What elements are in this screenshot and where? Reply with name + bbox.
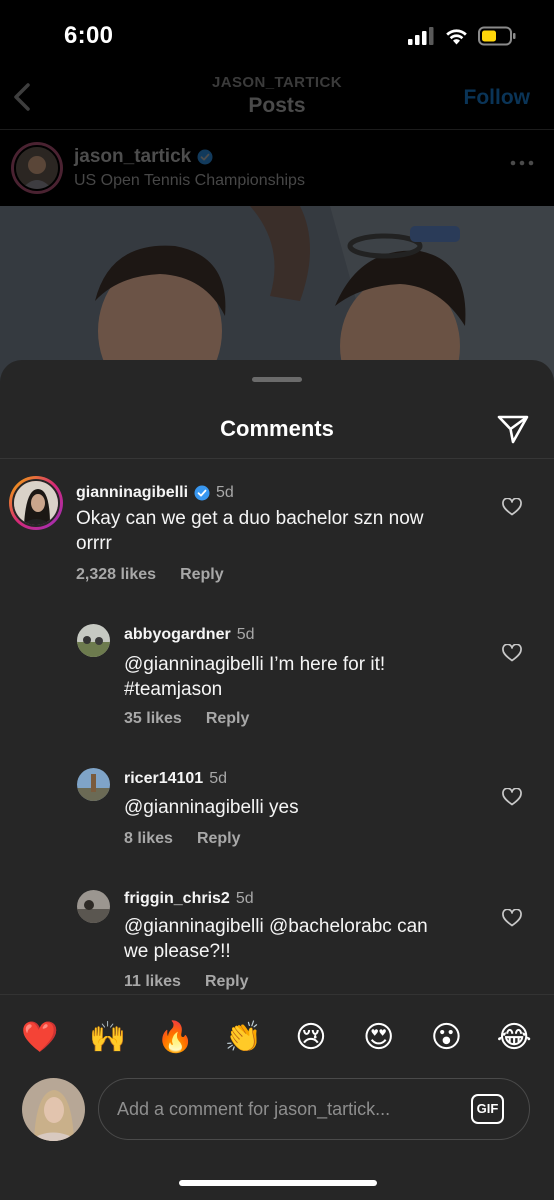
reply-button[interactable]: Reply xyxy=(206,710,250,728)
emoji-fire[interactable]: 🔥 xyxy=(152,1015,198,1061)
comment-text: Okay can we get a duo bachelor szn now o… xyxy=(76,508,424,554)
comment-header: ricer14101 5d xyxy=(124,770,227,788)
comment-avatar[interactable] xyxy=(9,476,63,530)
reply-button[interactable]: Reply xyxy=(197,830,241,848)
verified-badge-icon xyxy=(194,485,210,501)
comment-avatar[interactable] xyxy=(77,624,110,657)
comment-age: 5d xyxy=(235,890,254,907)
comment-avatar[interactable] xyxy=(77,768,110,801)
heart-like-icon[interactable] xyxy=(502,909,522,927)
comment-header: gianninagibelli 5d xyxy=(76,484,234,502)
heart-like-icon[interactable] xyxy=(502,498,522,516)
cellular-signal-icon xyxy=(408,27,434,45)
comment-age: 5d xyxy=(236,626,255,643)
emoji-raised-hands[interactable]: 🙌 xyxy=(85,1015,131,1061)
comment-likes-count[interactable]: 11 likes xyxy=(124,973,181,991)
comment-likes-count[interactable]: 8 likes xyxy=(124,830,173,848)
post-username-text[interactable]: jason_tartick xyxy=(74,146,191,168)
comment-age: 5d xyxy=(216,484,234,501)
post-photo[interactable] xyxy=(0,206,554,386)
status-time: 6:00 xyxy=(64,22,114,49)
comment-text: @gianninagibelli @bachelorabc can we ple… xyxy=(124,916,428,962)
comment-header: abbyogardner 5d xyxy=(124,626,254,644)
comment-username[interactable]: ricer14101 xyxy=(124,770,203,788)
post-author-avatar[interactable] xyxy=(11,142,63,194)
gif-button[interactable]: GIF xyxy=(471,1094,504,1124)
comment-text: @gianninagibelli yes xyxy=(124,797,299,818)
follow-button[interactable]: Follow xyxy=(464,86,531,110)
heart-like-icon[interactable] xyxy=(502,644,522,662)
emoji-laughing[interactable]: 😂 xyxy=(491,1015,537,1061)
comment-age: 5d xyxy=(209,770,227,787)
reply-button[interactable]: Reply xyxy=(205,973,249,991)
comment-likes-count[interactable]: 2,328 likes xyxy=(76,566,156,584)
comments-sheet: Comments gianninagibelli 5d Okay can we … xyxy=(0,360,554,1200)
comment-username[interactable]: friggin_chris2 xyxy=(124,890,230,908)
reply-button[interactable]: Reply xyxy=(180,566,224,584)
sheet-title: Comments xyxy=(220,416,334,441)
emoji-clapping[interactable]: 👏 xyxy=(220,1015,266,1061)
comment-meta: 2,328 likes Reply xyxy=(76,566,224,584)
nav-bar: JASON_TARTICK Posts Follow xyxy=(0,60,554,130)
background-post-screen: JASON_TARTICK Posts Follow jason_tartick… xyxy=(0,60,554,386)
comment-username[interactable]: abbyogardner xyxy=(124,626,231,644)
post-header: jason_tartick US Open Tennis Championshi… xyxy=(0,136,554,206)
comment-composer: GIF xyxy=(0,1072,554,1152)
post-username[interactable]: jason_tartick xyxy=(74,146,213,168)
emoji-heart[interactable]: ❤️ xyxy=(17,1015,63,1061)
comment-meta: 8 likes Reply xyxy=(124,830,241,848)
comment-header: friggin_chris2 5d xyxy=(124,890,254,908)
emoji-row: ❤️ 🙌 🔥 👏 😢 😍 😮 😂 xyxy=(0,1015,554,1061)
comment-meta: 35 likes Reply xyxy=(124,710,249,728)
sheet-drag-handle[interactable] xyxy=(252,377,302,382)
status-icons xyxy=(408,26,516,46)
comment-meta: 11 likes Reply xyxy=(124,973,249,991)
home-indicator[interactable] xyxy=(179,1180,377,1186)
comment-input[interactable] xyxy=(98,1078,530,1140)
emoji-surprised[interactable]: 😮 xyxy=(423,1015,469,1061)
heart-like-icon[interactable] xyxy=(502,788,522,806)
comment-avatar[interactable] xyxy=(77,890,110,923)
current-user-avatar xyxy=(22,1078,85,1141)
share-send-icon[interactable] xyxy=(496,412,530,446)
battery-icon xyxy=(478,26,516,46)
sheet-divider xyxy=(0,458,554,459)
comment-username[interactable]: gianninagibelli xyxy=(76,484,188,502)
emoji-heart-eyes[interactable]: 😍 xyxy=(356,1015,402,1061)
comment-text: @gianninagibelli I’m here for it! #teamj… xyxy=(124,654,386,700)
wifi-icon xyxy=(446,29,467,45)
comment-likes-count[interactable]: 35 likes xyxy=(124,710,182,728)
more-options-icon[interactable] xyxy=(510,160,534,166)
emoji-crying[interactable]: 😢 xyxy=(288,1015,334,1061)
verified-badge-icon xyxy=(197,149,213,165)
post-location[interactable]: US Open Tennis Championships xyxy=(74,172,305,190)
quick-emoji-bar: ❤️ 🙌 🔥 👏 😢 😍 😮 😂 xyxy=(0,994,554,1084)
